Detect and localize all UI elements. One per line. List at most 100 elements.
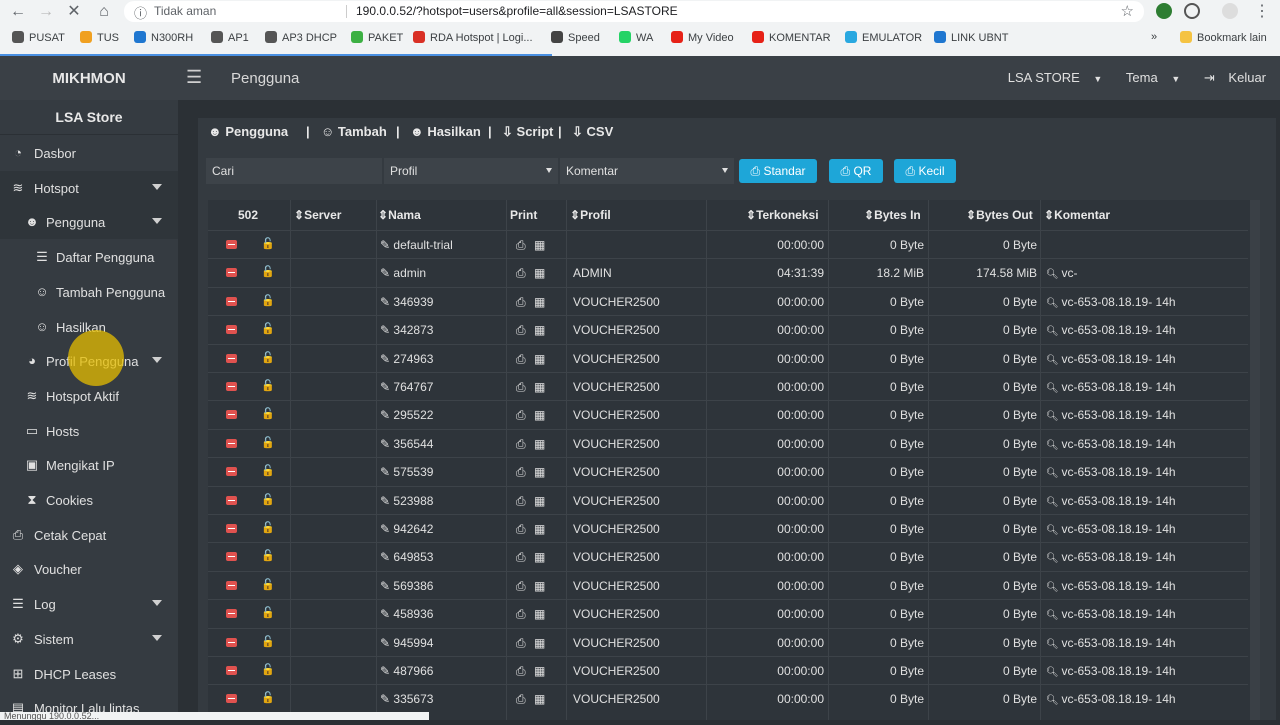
small-print-button[interactable]: ⎙ Kecil: [894, 159, 956, 183]
unlock-icon[interactable]: 🔓: [261, 464, 275, 477]
brand-logo[interactable]: MIKHMON: [0, 56, 178, 100]
delete-icon[interactable]: [226, 524, 237, 533]
bookmark-item[interactable]: RDA Hotspot | Logi...: [413, 31, 533, 44]
unlock-icon[interactable]: 🔓: [261, 407, 275, 420]
generate-link[interactable]: ☻ Hasilkan: [410, 124, 481, 139]
delete-icon[interactable]: [226, 296, 237, 306]
sidebar-item-dhcp-leases[interactable]: ⊞ DHCP Leases: [0, 657, 178, 691]
delete-icon[interactable]: [226, 467, 237, 477]
sidebar-item-pengguna[interactable]: ☻ Pengguna: [0, 205, 178, 240]
comment-link[interactable]: 🔍︎ vc-653-08.18.19- 14h: [1046, 380, 1176, 394]
qr-icon[interactable]: ▦: [534, 579, 545, 593]
user-name-link[interactable]: ✎ 274963: [380, 352, 433, 366]
qr-icon[interactable]: ▦: [534, 295, 545, 309]
comment-link[interactable]: 🔍︎ vc-653-08.18.19- 14h: [1046, 352, 1176, 366]
comment-link[interactable]: 🔍︎ vc-653-08.18.19- 14h: [1046, 295, 1176, 309]
delete-icon[interactable]: [226, 552, 237, 562]
profile-select[interactable]: Profil: [384, 158, 558, 184]
print-icon[interactable]: ⎙: [516, 522, 526, 537]
qr-icon[interactable]: ▦: [534, 352, 545, 366]
bookmark-item[interactable]: EMULATOR: [845, 31, 922, 44]
qr-icon[interactable]: ▦: [534, 664, 545, 678]
theme-dropdown[interactable]: Tema ▼: [1116, 70, 1180, 85]
speedometer-icon[interactable]: [1184, 3, 1200, 19]
user-name-link[interactable]: ✎ 335673: [380, 692, 433, 706]
print-icon[interactable]: ⎙: [516, 380, 526, 395]
user-name-link[interactable]: ✎ 649853: [380, 550, 433, 564]
home-icon[interactable]: ⌂: [94, 2, 114, 22]
unlock-icon[interactable]: 🔓: [261, 521, 275, 534]
print-icon[interactable]: ⎙: [516, 352, 526, 367]
user-name-link[interactable]: ✎ 342873: [380, 323, 433, 337]
bookmark-item[interactable]: WA: [619, 31, 653, 44]
unlock-icon[interactable]: 🔓: [261, 237, 275, 250]
comment-link[interactable]: 🔍︎ vc-: [1046, 266, 1077, 280]
user-name-link[interactable]: ✎ 764767: [380, 380, 433, 394]
scrollbar[interactable]: [1250, 200, 1260, 720]
delete-icon[interactable]: [226, 580, 237, 590]
print-icon[interactable]: ⎙: [516, 465, 526, 480]
info-icon[interactable]: ⓘ: [134, 3, 147, 22]
bytes-in-header[interactable]: ⇕Bytes In: [864, 200, 921, 230]
csv-link[interactable]: ⇩ CSV: [572, 124, 613, 140]
comment-link[interactable]: 🔍︎ vc-653-08.18.19- 14h: [1046, 408, 1176, 422]
user-name-link[interactable]: ✎ 356544: [380, 437, 433, 451]
forward-icon[interactable]: →: [36, 2, 56, 22]
delete-icon[interactable]: [226, 325, 237, 335]
comment-link[interactable]: 🔍︎ vc-653-08.18.19- 14h: [1046, 636, 1176, 650]
bookmark-item[interactable]: KOMENTAR: [752, 31, 831, 44]
user-name-link[interactable]: ✎ 346939: [380, 295, 433, 309]
profile-avatar-icon[interactable]: [1222, 3, 1238, 19]
comment-link[interactable]: 🔍︎ vc-653-08.18.19- 14h: [1046, 437, 1176, 451]
back-icon[interactable]: ←: [8, 2, 28, 22]
comment-link[interactable]: 🔍︎ vc-653-08.18.19- 14h: [1046, 607, 1176, 621]
script-link[interactable]: ⇩ Script: [502, 124, 553, 140]
delete-icon[interactable]: [226, 382, 237, 391]
bookmark-item[interactable]: Speed: [551, 31, 600, 44]
user-name-link[interactable]: ✎ 295522: [380, 408, 433, 422]
sidebar-item-tambah-pengguna[interactable]: ☺ Tambah Pengguna: [0, 275, 178, 309]
unlock-icon[interactable]: 🔓: [261, 493, 275, 506]
delete-icon[interactable]: [226, 637, 237, 647]
comment-link[interactable]: 🔍︎ vc-653-08.18.19- 14h: [1046, 550, 1176, 564]
user-name-link[interactable]: ✎ 487966: [380, 664, 433, 678]
stop-icon[interactable]: ✕: [64, 2, 84, 22]
comment-link[interactable]: 🔍︎ vc-653-08.18.19- 14h: [1046, 692, 1176, 706]
print-icon[interactable]: ⎙: [516, 579, 526, 594]
print-icon[interactable]: ⎙: [516, 408, 526, 423]
logout-button[interactable]: ⇥ Keluar: [1194, 70, 1266, 85]
unlock-icon[interactable]: 🔓: [261, 691, 275, 704]
delete-icon[interactable]: [226, 694, 237, 704]
print-icon[interactable]: ⎙: [516, 550, 526, 565]
qr-icon[interactable]: ▦: [534, 494, 545, 508]
qr-icon[interactable]: ▦: [534, 323, 545, 337]
user-name-link[interactable]: ✎ 945994: [380, 636, 433, 650]
unlock-icon[interactable]: 🔓: [261, 663, 275, 676]
add-user-link[interactable]: ☺ Tambah: [321, 124, 387, 139]
unlock-icon[interactable]: 🔓: [261, 635, 275, 648]
comment-link[interactable]: 🔍︎ vc-653-08.18.19- 14h: [1046, 323, 1176, 337]
comment-link[interactable]: 🔍︎ vc-653-08.18.19- 14h: [1046, 664, 1176, 678]
sidebar-item-voucher[interactable]: ◈ Voucher: [0, 552, 178, 586]
unlock-icon[interactable]: 🔓: [261, 379, 275, 392]
url-text[interactable]: 190.0.0.52/?hotspot=users&profile=all&se…: [356, 4, 678, 18]
user-name-link[interactable]: ✎ default-trial: [380, 238, 453, 252]
comment-header[interactable]: ⇕Komentar: [1044, 200, 1110, 230]
qr-icon[interactable]: ▦: [534, 607, 545, 621]
qr-icon[interactable]: ▦: [534, 380, 545, 394]
profile-header[interactable]: ⇕Profil: [570, 200, 611, 230]
delete-icon[interactable]: [226, 353, 237, 363]
print-icon[interactable]: ⎙: [516, 692, 526, 707]
user-name-link[interactable]: ✎ 569386: [380, 579, 433, 593]
print-icon[interactable]: ⎙: [516, 295, 526, 310]
print-icon[interactable]: ⎙: [516, 494, 526, 509]
sidebar-item-cetak-cepat[interactable]: ⎙ Cetak Cepat: [0, 518, 178, 552]
sidebar-item-cookies[interactable]: ⧗ Cookies: [0, 483, 178, 517]
server-header[interactable]: ⇕Server: [294, 200, 341, 230]
unlock-icon[interactable]: 🔓: [261, 351, 275, 364]
user-name-link[interactable]: ✎ 458936: [380, 607, 433, 621]
print-icon[interactable]: ⎙: [516, 664, 526, 679]
qr-icon[interactable]: ▦: [534, 550, 545, 564]
sidebar-item-sistem[interactable]: ⚙ Sistem: [0, 622, 178, 656]
qr-icon[interactable]: ▦: [534, 522, 545, 536]
